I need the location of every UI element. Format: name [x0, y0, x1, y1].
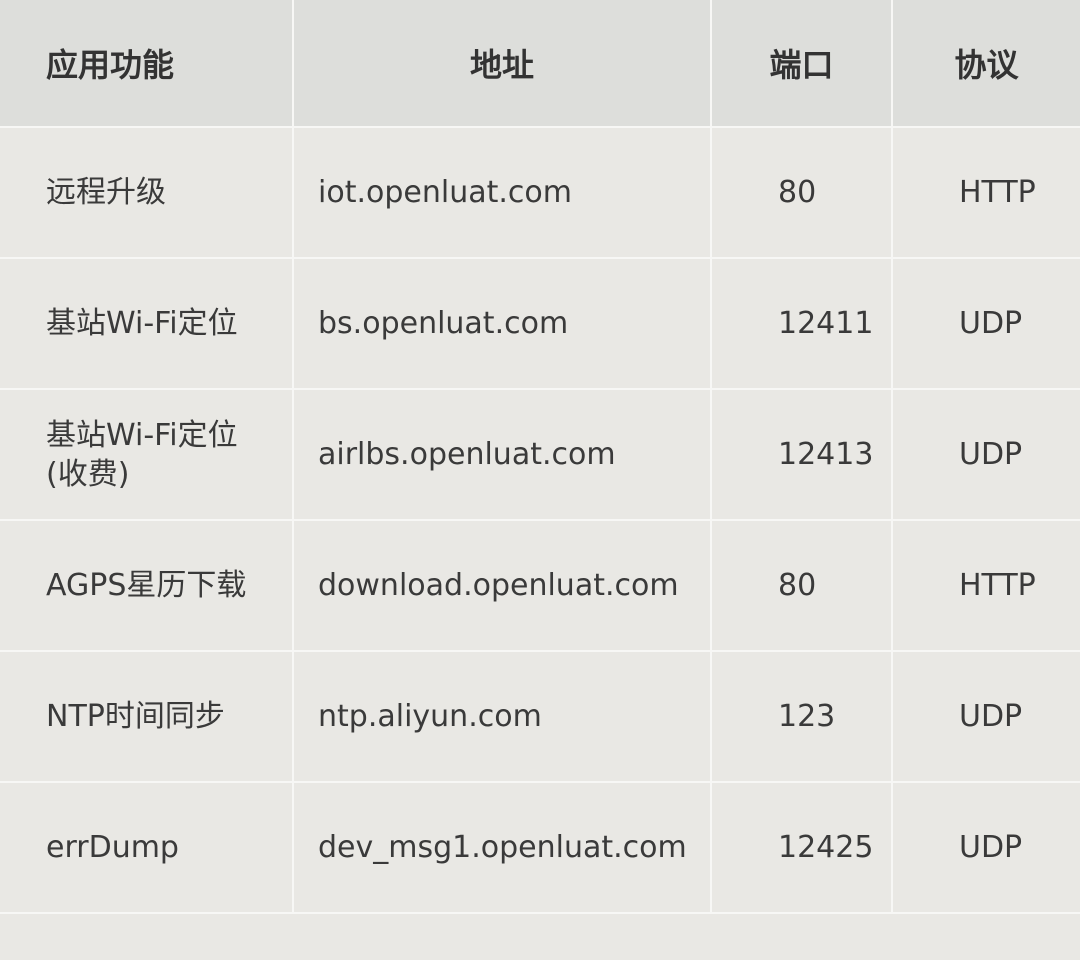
cell-port: 80 — [711, 520, 893, 652]
server-table-container: 应用功能 地址 端口 协议 远程升级 iot.openluat.com 80 H… — [0, 0, 1080, 960]
cell-function: AGPS星历下载 — [0, 520, 294, 652]
table-row: NTP时间同步 ntp.aliyun.com 123 UDP — [0, 651, 1080, 783]
table-body: 远程升级 iot.openluat.com 80 HTTP 基站Wi-Fi定位 … — [0, 127, 1080, 914]
table-header: 应用功能 地址 端口 协议 — [0, 0, 1080, 128]
table-row: 远程升级 iot.openluat.com 80 HTTP — [0, 127, 1080, 259]
cell-port: 12413 — [711, 389, 893, 521]
header-port: 端口 — [711, 0, 893, 128]
cell-address: download.openluat.com — [293, 520, 712, 652]
cell-protocol: HTTP — [892, 520, 1080, 652]
cell-function: 远程升级 — [0, 127, 294, 259]
cell-port: 80 — [711, 127, 893, 259]
header-function: 应用功能 — [0, 0, 294, 128]
cell-address: dev_msg1.openluat.com — [293, 782, 712, 914]
cell-address: bs.openluat.com — [293, 258, 712, 390]
cell-protocol: UDP — [892, 389, 1080, 521]
cell-function: NTP时间同步 — [0, 651, 294, 783]
cell-port: 12411 — [711, 258, 893, 390]
cell-protocol: UDP — [892, 782, 1080, 914]
cell-protocol: UDP — [892, 258, 1080, 390]
cell-address: iot.openluat.com — [293, 127, 712, 259]
cell-protocol: HTTP — [892, 127, 1080, 259]
cell-address: ntp.aliyun.com — [293, 651, 712, 783]
table-row: 基站Wi-Fi定位 bs.openluat.com 12411 UDP — [0, 258, 1080, 390]
table-row: errDump dev_msg1.openluat.com 12425 UDP — [0, 782, 1080, 914]
cell-port: 12425 — [711, 782, 893, 914]
cell-function: 基站Wi-Fi定位 (收费) — [0, 389, 294, 521]
header-protocol: 协议 — [892, 0, 1080, 128]
header-row: 应用功能 地址 端口 协议 — [0, 0, 1080, 128]
table-row: AGPS星历下载 download.openluat.com 80 HTTP — [0, 520, 1080, 652]
header-address: 地址 — [293, 0, 712, 128]
cell-port: 123 — [711, 651, 893, 783]
server-table: 应用功能 地址 端口 协议 远程升级 iot.openluat.com 80 H… — [0, 0, 1080, 914]
cell-function: 基站Wi-Fi定位 — [0, 258, 294, 390]
cell-protocol: UDP — [892, 651, 1080, 783]
table-row: 基站Wi-Fi定位 (收费) airlbs.openluat.com 12413… — [0, 389, 1080, 521]
cell-address: airlbs.openluat.com — [293, 389, 712, 521]
cell-function: errDump — [0, 782, 294, 914]
